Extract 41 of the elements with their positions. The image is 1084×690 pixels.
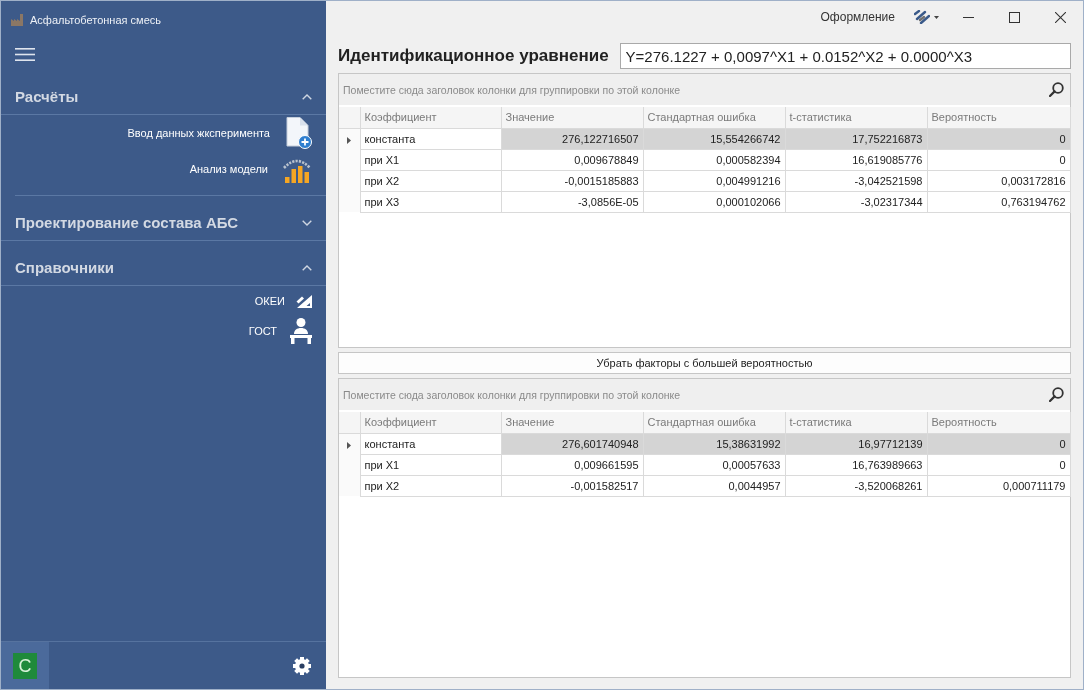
equation-field[interactable]: Y=276.1227 + 0,0097^X1 + 0.0152^X2 + 0.0000^X3 bbox=[619, 43, 1071, 69]
close-icon bbox=[1054, 11, 1066, 23]
caret-icon bbox=[933, 15, 939, 19]
factory-icon bbox=[11, 13, 23, 26]
theme-menu[interactable]: Оформление bbox=[816, 5, 899, 29]
column-header[interactable]: t-статистика bbox=[785, 107, 927, 128]
group-panel-hint: Поместите сюда заголовок колонки для группировки по этой колонке bbox=[343, 388, 681, 401]
column-header[interactable]: t-статистика bbox=[785, 412, 927, 433]
maximize-icon bbox=[1008, 11, 1020, 23]
person-desk-icon bbox=[290, 318, 312, 344]
menu-icon[interactable] bbox=[15, 47, 35, 61]
nav-item[interactable]: Ввод данных жксперимента bbox=[1, 115, 326, 151]
remove-factors-button[interactable]: Убрать факторы с большей вероятностью bbox=[338, 352, 1071, 374]
minimize-icon bbox=[962, 16, 974, 18]
column-header[interactable]: Коэффициент bbox=[360, 412, 501, 433]
row-pointer-icon bbox=[347, 441, 352, 449]
document-add-icon bbox=[286, 117, 312, 149]
search-icon[interactable] bbox=[1049, 387, 1064, 402]
nav-item[interactable]: Анализ модели bbox=[1, 151, 326, 187]
search-icon[interactable] bbox=[1049, 82, 1064, 97]
initial-button[interactable]: C bbox=[13, 652, 37, 679]
nav-item[interactable]: ГОСТ bbox=[1, 316, 326, 346]
settings-icon[interactable] bbox=[292, 655, 312, 676]
group-panel-hint: Поместите сюда заголовок колонки для группировки по этой колонке bbox=[343, 83, 681, 96]
section-header[interactable]: Проектирование состава АБС bbox=[1, 205, 326, 241]
app-title: Асфальтобетонная смесь bbox=[30, 13, 161, 26]
column-header[interactable]: Стандартная ошибка bbox=[643, 107, 785, 128]
row-indicator[interactable] bbox=[339, 128, 360, 149]
column-header[interactable]: Стандартная ошибка bbox=[643, 412, 785, 433]
equation-label: Идентификационное уравнение bbox=[338, 46, 609, 66]
column-header[interactable]: Значение bbox=[501, 107, 643, 128]
section-header[interactable]: Расчёты bbox=[1, 79, 326, 115]
row-pointer-icon bbox=[347, 136, 352, 144]
row-indicator[interactable] bbox=[339, 433, 360, 454]
column-header[interactable]: Коэффициент bbox=[360, 107, 501, 128]
column-header[interactable]: Вероятность bbox=[927, 412, 1070, 433]
column-header[interactable]: Значение bbox=[501, 412, 643, 433]
nav-item[interactable]: ОКЕИ bbox=[1, 286, 326, 316]
column-header[interactable]: Вероятность bbox=[927, 107, 1070, 128]
section-header[interactable]: Справочники bbox=[1, 250, 326, 286]
brush-icon bbox=[913, 10, 930, 24]
